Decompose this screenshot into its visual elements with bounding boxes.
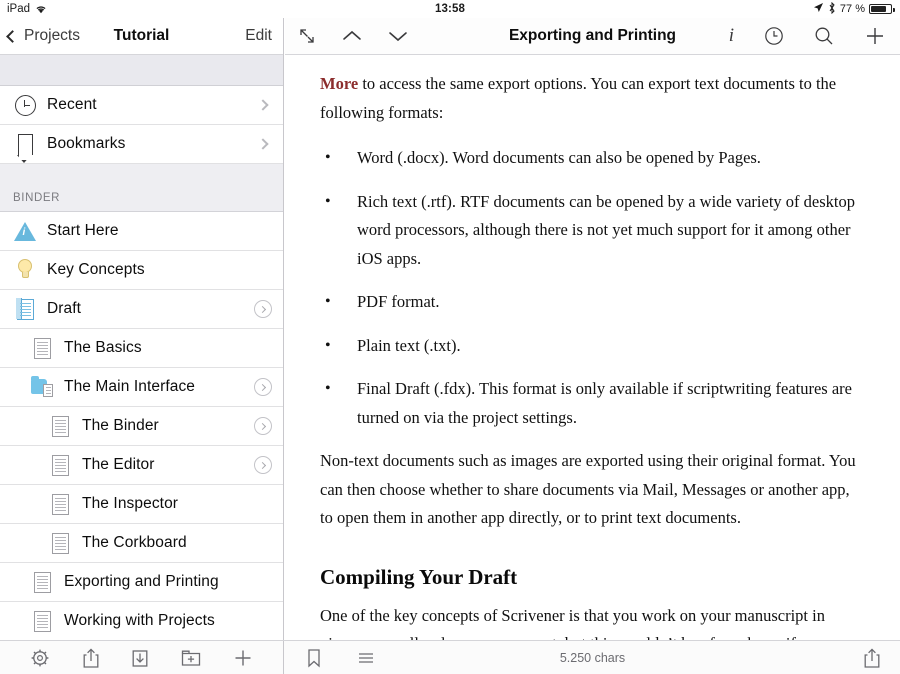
list-item: Final Draft (.fdx). This format is only …	[320, 375, 865, 432]
gear-icon[interactable]	[29, 647, 51, 669]
back-to-projects-button[interactable]: Projects	[8, 27, 80, 45]
share-icon[interactable]	[81, 647, 101, 669]
status-bar-time: 13:58	[0, 3, 900, 15]
editor-bottom-toolbar: 5.250 chars	[285, 641, 900, 674]
sidebar-bottom-toolbar	[0, 641, 284, 674]
editor-pane: Exporting and Printing i More to access …	[285, 18, 900, 640]
ipad-app-window: iPad 13:58 77 % Projects Tutorial Edit	[0, 0, 900, 674]
clock-icon[interactable]	[764, 26, 784, 46]
editor-toolbar: Exporting and Printing i	[285, 18, 900, 55]
share-icon[interactable]	[862, 647, 882, 669]
import-icon[interactable]	[130, 647, 150, 669]
sidebar-item-the-editor[interactable]: The Editor	[0, 446, 283, 485]
bluetooth-icon	[828, 2, 836, 17]
list-icon[interactable]	[355, 649, 377, 667]
sidebar-item-bookmarks[interactable]: Bookmarks	[0, 125, 283, 164]
document-icon	[45, 455, 75, 476]
intro-paragraph: More to access the same export options. …	[320, 70, 865, 127]
info-italic-icon[interactable]: i	[729, 25, 734, 47]
editor-toolbar-right: i	[729, 25, 886, 47]
document-blue-icon	[10, 299, 40, 320]
document-body[interactable]: More to access the same export options. …	[285, 56, 900, 640]
clock-icon	[10, 95, 40, 116]
back-button-label: Projects	[24, 27, 80, 45]
body-paragraph: One of the key concepts of Scrivener is …	[320, 602, 865, 641]
chevron-right-icon	[257, 138, 268, 149]
search-bar-area[interactable]	[0, 55, 283, 86]
more-highlight: More	[320, 74, 358, 93]
lightbulb-icon	[10, 259, 40, 281]
intro-rest: to access the same export options. You c…	[320, 74, 836, 122]
sidebar-item-key-concepts[interactable]: Key Concepts	[0, 251, 283, 290]
body-paragraph: Non-text documents such as images are ex…	[320, 447, 865, 533]
sidebar-item-the-main-interface[interactable]: The Main Interface	[0, 368, 283, 407]
chevron-down-icon[interactable]	[387, 28, 409, 44]
sidebar-item-label: Exporting and Printing	[57, 573, 219, 591]
sidebar-item-label: The Inspector	[75, 495, 178, 513]
sidebar-item-label: The Main Interface	[57, 378, 195, 396]
edit-button[interactable]: Edit	[245, 27, 272, 45]
sidebar-navigation-bar: Projects Tutorial Edit	[0, 18, 283, 55]
disclosure-button[interactable]	[254, 378, 272, 396]
sidebar-item-label: Draft	[40, 300, 81, 318]
editor-toolbar-left	[297, 26, 409, 46]
bookmark-icon[interactable]	[306, 647, 322, 669]
binder-sidebar: Projects Tutorial Edit Recent Bookmarks …	[0, 18, 284, 640]
folder-document-icon	[27, 377, 57, 397]
new-folder-icon[interactable]	[180, 648, 202, 668]
chevron-up-icon[interactable]	[341, 28, 363, 44]
document-icon	[27, 338, 57, 359]
sidebar-item-the-corkboard[interactable]: The Corkboard	[0, 524, 283, 563]
sidebar-item-label: Working with Projects	[57, 612, 215, 630]
document-icon	[27, 572, 57, 593]
info-triangle-icon: i	[10, 222, 40, 241]
list-item: PDF format.	[320, 288, 865, 317]
document-icon	[45, 416, 75, 437]
disclosure-button[interactable]	[254, 456, 272, 474]
sidebar-item-the-binder[interactable]: The Binder	[0, 407, 283, 446]
sidebar-item-exporting-and-printing[interactable]: Exporting and Printing	[0, 563, 283, 602]
status-bar-right: 77 %	[813, 2, 892, 17]
export-formats-list: Word (.docx). Word documents can also be…	[320, 144, 865, 432]
document-icon	[27, 611, 57, 632]
sidebar-item-label: The Editor	[75, 456, 155, 474]
sidebar-item-label: Key Concepts	[40, 261, 145, 279]
search-icon[interactable]	[814, 26, 834, 46]
battery-icon	[869, 4, 892, 14]
status-bar: iPad 13:58 77 %	[0, 0, 900, 18]
chevron-left-icon	[6, 30, 19, 43]
sidebar-item-label: The Corkboard	[75, 534, 187, 552]
sidebar-item-label: Start Here	[40, 222, 119, 240]
document-icon	[45, 533, 75, 554]
binder-section-header: BINDER	[0, 164, 283, 212]
sidebar-item-label: The Basics	[57, 339, 142, 357]
location-arrow-icon	[813, 2, 824, 16]
sidebar-item-start-here[interactable]: i Start Here	[0, 212, 283, 251]
list-item: Word (.docx). Word documents can also be…	[320, 144, 865, 173]
bottom-toolbar: 5.250 chars	[0, 640, 900, 674]
list-item: Plain text (.txt).	[320, 332, 865, 361]
plus-icon[interactable]	[232, 647, 254, 669]
sidebar-item-label: The Binder	[75, 417, 159, 435]
expand-arrows-icon[interactable]	[297, 26, 317, 46]
plus-icon[interactable]	[864, 25, 886, 47]
disclosure-button[interactable]	[254, 417, 272, 435]
sidebar-item-working-with-projects[interactable]: Working with Projects	[0, 602, 283, 641]
document-icon	[45, 494, 75, 515]
disclosure-button[interactable]	[254, 300, 272, 318]
sidebar-item-draft[interactable]: Draft	[0, 290, 283, 329]
sidebar-item-recent[interactable]: Recent	[0, 86, 283, 125]
chevron-right-icon	[257, 99, 268, 110]
section-heading: Compiling Your Draft	[320, 565, 865, 590]
sidebar-item-label: Recent	[40, 96, 97, 114]
battery-percent-label: 77 %	[840, 3, 865, 15]
list-item: Rich text (.rtf). RTF documents can be o…	[320, 188, 865, 274]
sidebar-item-label: Bookmarks	[40, 135, 125, 153]
sidebar-item-the-inspector[interactable]: The Inspector	[0, 485, 283, 524]
sidebar-item-the-basics[interactable]: The Basics	[0, 329, 283, 368]
character-count-label: 5.250 chars	[285, 651, 900, 665]
bookmark-icon	[10, 134, 40, 155]
